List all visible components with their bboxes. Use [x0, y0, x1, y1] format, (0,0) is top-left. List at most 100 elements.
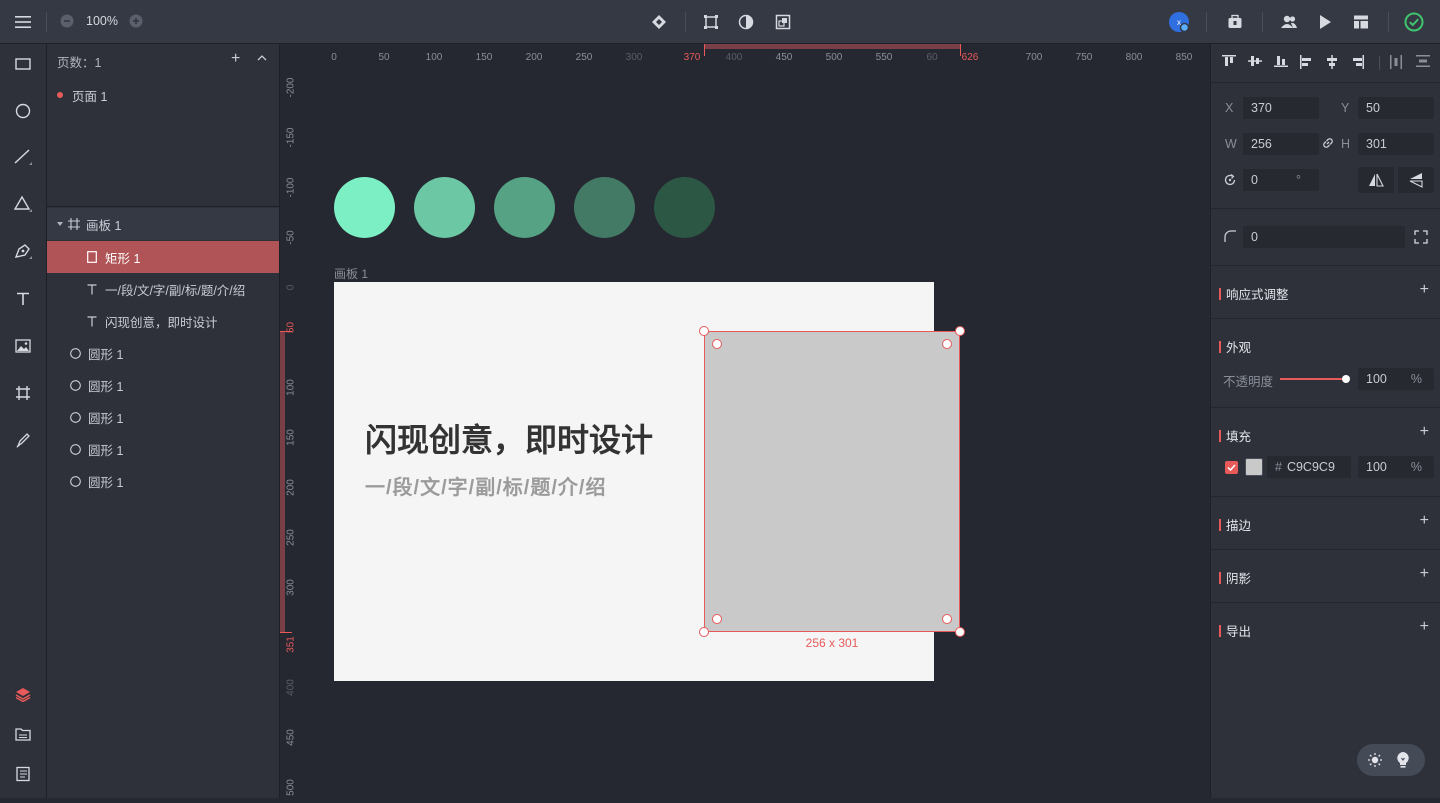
- export-section-title: 导出: [1219, 621, 1251, 640]
- fill-hex-value: C9C9C9: [1286, 460, 1335, 474]
- canvas-circle[interactable]: [334, 177, 395, 238]
- distribute-horizontal-icon[interactable]: [1389, 54, 1403, 70]
- collapse-pages-icon[interactable]: [257, 54, 267, 62]
- tips-bulb-icon[interactable]: [1395, 751, 1411, 769]
- radius-handle[interactable]: [712, 339, 722, 349]
- layer-label: 圆形 1: [88, 379, 124, 394]
- independent-corners-icon[interactable]: [1414, 230, 1428, 244]
- layer-ellipse[interactable]: 圆形 1: [47, 337, 279, 369]
- component-icon[interactable]: [648, 11, 670, 33]
- help-widget: [1357, 744, 1425, 776]
- y-input[interactable]: 50: [1358, 97, 1434, 119]
- headline-text[interactable]: 闪现创意，即时设计: [365, 415, 653, 461]
- page-item[interactable]: 页面 1: [47, 79, 279, 111]
- slice-tool-icon[interactable]: [0, 420, 46, 460]
- notes-panel-icon[interactable]: [0, 754, 46, 794]
- align-vcenter-icon[interactable]: [1247, 54, 1263, 68]
- layer-label: 画板 1: [86, 218, 122, 233]
- text-tool-icon[interactable]: [0, 279, 46, 319]
- fill-color-swatch[interactable]: [1245, 458, 1263, 476]
- resize-handle[interactable]: [699, 326, 709, 336]
- user-avatar[interactable]: x: [1168, 11, 1190, 33]
- resize-handle[interactable]: [955, 627, 965, 637]
- width-input[interactable]: 256: [1243, 133, 1319, 155]
- height-input[interactable]: 301: [1358, 133, 1434, 155]
- subtitle-text[interactable]: 一/段/文/字/副/标/题/介/绍: [365, 471, 606, 500]
- opacity-input[interactable]: 100 %: [1358, 368, 1434, 390]
- zoom-level[interactable]: 100%: [80, 12, 124, 30]
- layer-ellipse[interactable]: 圆形 1: [47, 401, 279, 433]
- layer-artboard[interactable]: 画板 1: [47, 208, 279, 240]
- polygon-tool-icon[interactable]: [0, 185, 46, 225]
- assets-panel-icon[interactable]: [0, 714, 46, 754]
- rotation-input[interactable]: 0 °: [1243, 169, 1319, 191]
- layer-ellipse[interactable]: 圆形 1: [47, 465, 279, 497]
- layers-panel-icon[interactable]: [0, 674, 46, 714]
- layer-text[interactable]: 闪现创意，即时设计: [47, 305, 279, 337]
- zoom-in-icon[interactable]: [127, 12, 145, 30]
- align-left-icon[interactable]: [1299, 54, 1313, 70]
- layer-text[interactable]: 一/段/文/字/副/标/题/介/绍: [47, 273, 279, 305]
- add-fill-icon[interactable]: +: [1420, 423, 1429, 441]
- add-shadow-icon[interactable]: +: [1420, 565, 1429, 583]
- ruler-tick-label: 300: [285, 579, 297, 596]
- ruler-tick-label: 150: [285, 429, 297, 446]
- x-input[interactable]: 370: [1243, 97, 1319, 119]
- align-right-icon[interactable]: [1351, 54, 1365, 70]
- pen-tool-icon[interactable]: [0, 232, 46, 272]
- add-responsive-icon[interactable]: +: [1420, 281, 1429, 299]
- fill-opacity-unit: %: [1410, 460, 1422, 474]
- canvas-circle[interactable]: [494, 177, 555, 238]
- ellipse-icon: [70, 475, 81, 487]
- collaborators-icon[interactable]: [1278, 11, 1300, 33]
- layer-label: 圆形 1: [88, 411, 124, 426]
- radius-handle[interactable]: [942, 339, 952, 349]
- mask-icon[interactable]: [735, 11, 757, 33]
- line-tool-icon[interactable]: [0, 138, 46, 178]
- caret-down-icon[interactable]: [56, 220, 64, 228]
- layout-icon[interactable]: [1350, 11, 1372, 33]
- align-hcenter-icon[interactable]: [1325, 54, 1339, 70]
- boolean-icon[interactable]: [772, 11, 794, 33]
- layer-rect-selected[interactable]: 矩形 1: [47, 241, 279, 273]
- selection-box: [704, 331, 960, 632]
- canvas-circle[interactable]: [414, 177, 475, 238]
- theme-toggle-icon[interactable]: [1367, 752, 1383, 768]
- fill-enabled-checkbox[interactable]: [1225, 461, 1238, 474]
- frame-icon[interactable]: [700, 11, 722, 33]
- ellipse-tool-icon[interactable]: [0, 91, 46, 131]
- add-page-icon[interactable]: +: [231, 50, 240, 68]
- fill-hex-input[interactable]: # C9C9C9: [1267, 456, 1351, 478]
- artboard-tool-icon[interactable]: [0, 373, 46, 413]
- image-tool-icon[interactable]: [0, 326, 46, 366]
- fill-opacity-input[interactable]: 100 %: [1358, 456, 1434, 478]
- ruler-tick-label: 100: [285, 379, 297, 396]
- canvas-circle[interactable]: [654, 177, 715, 238]
- opacity-slider-track[interactable]: [1280, 378, 1346, 380]
- distribute-vertical-icon[interactable]: [1415, 54, 1431, 68]
- resize-handle[interactable]: [699, 627, 709, 637]
- plugin-icon[interactable]: [1224, 11, 1246, 33]
- menu-icon[interactable]: [8, 10, 38, 34]
- layer-ellipse[interactable]: 圆形 1: [47, 369, 279, 401]
- opacity-slider-knob[interactable]: [1342, 375, 1350, 383]
- rotate-icon: [1223, 173, 1237, 187]
- appearance-section-title: 外观: [1219, 337, 1251, 356]
- add-stroke-icon[interactable]: +: [1420, 512, 1429, 530]
- radius-handle[interactable]: [712, 614, 722, 624]
- corner-radius-input[interactable]: 0: [1243, 226, 1405, 248]
- flip-vertical-icon[interactable]: [1398, 167, 1434, 193]
- link-icon[interactable]: [1321, 136, 1335, 150]
- zoom-out-icon[interactable]: [58, 12, 76, 30]
- flip-horizontal-icon[interactable]: [1358, 167, 1394, 193]
- align-top-icon[interactable]: [1221, 54, 1237, 68]
- artboard-label[interactable]: 画板 1: [334, 265, 368, 282]
- rectangle-tool-icon[interactable]: [0, 44, 46, 84]
- play-icon[interactable]: [1314, 11, 1336, 33]
- canvas-circle[interactable]: [574, 177, 635, 238]
- add-export-icon[interactable]: +: [1420, 618, 1429, 636]
- align-bottom-icon[interactable]: [1273, 54, 1289, 68]
- radius-handle[interactable]: [942, 614, 952, 624]
- layer-ellipse[interactable]: 圆形 1: [47, 433, 279, 465]
- resize-handle[interactable]: [955, 326, 965, 336]
